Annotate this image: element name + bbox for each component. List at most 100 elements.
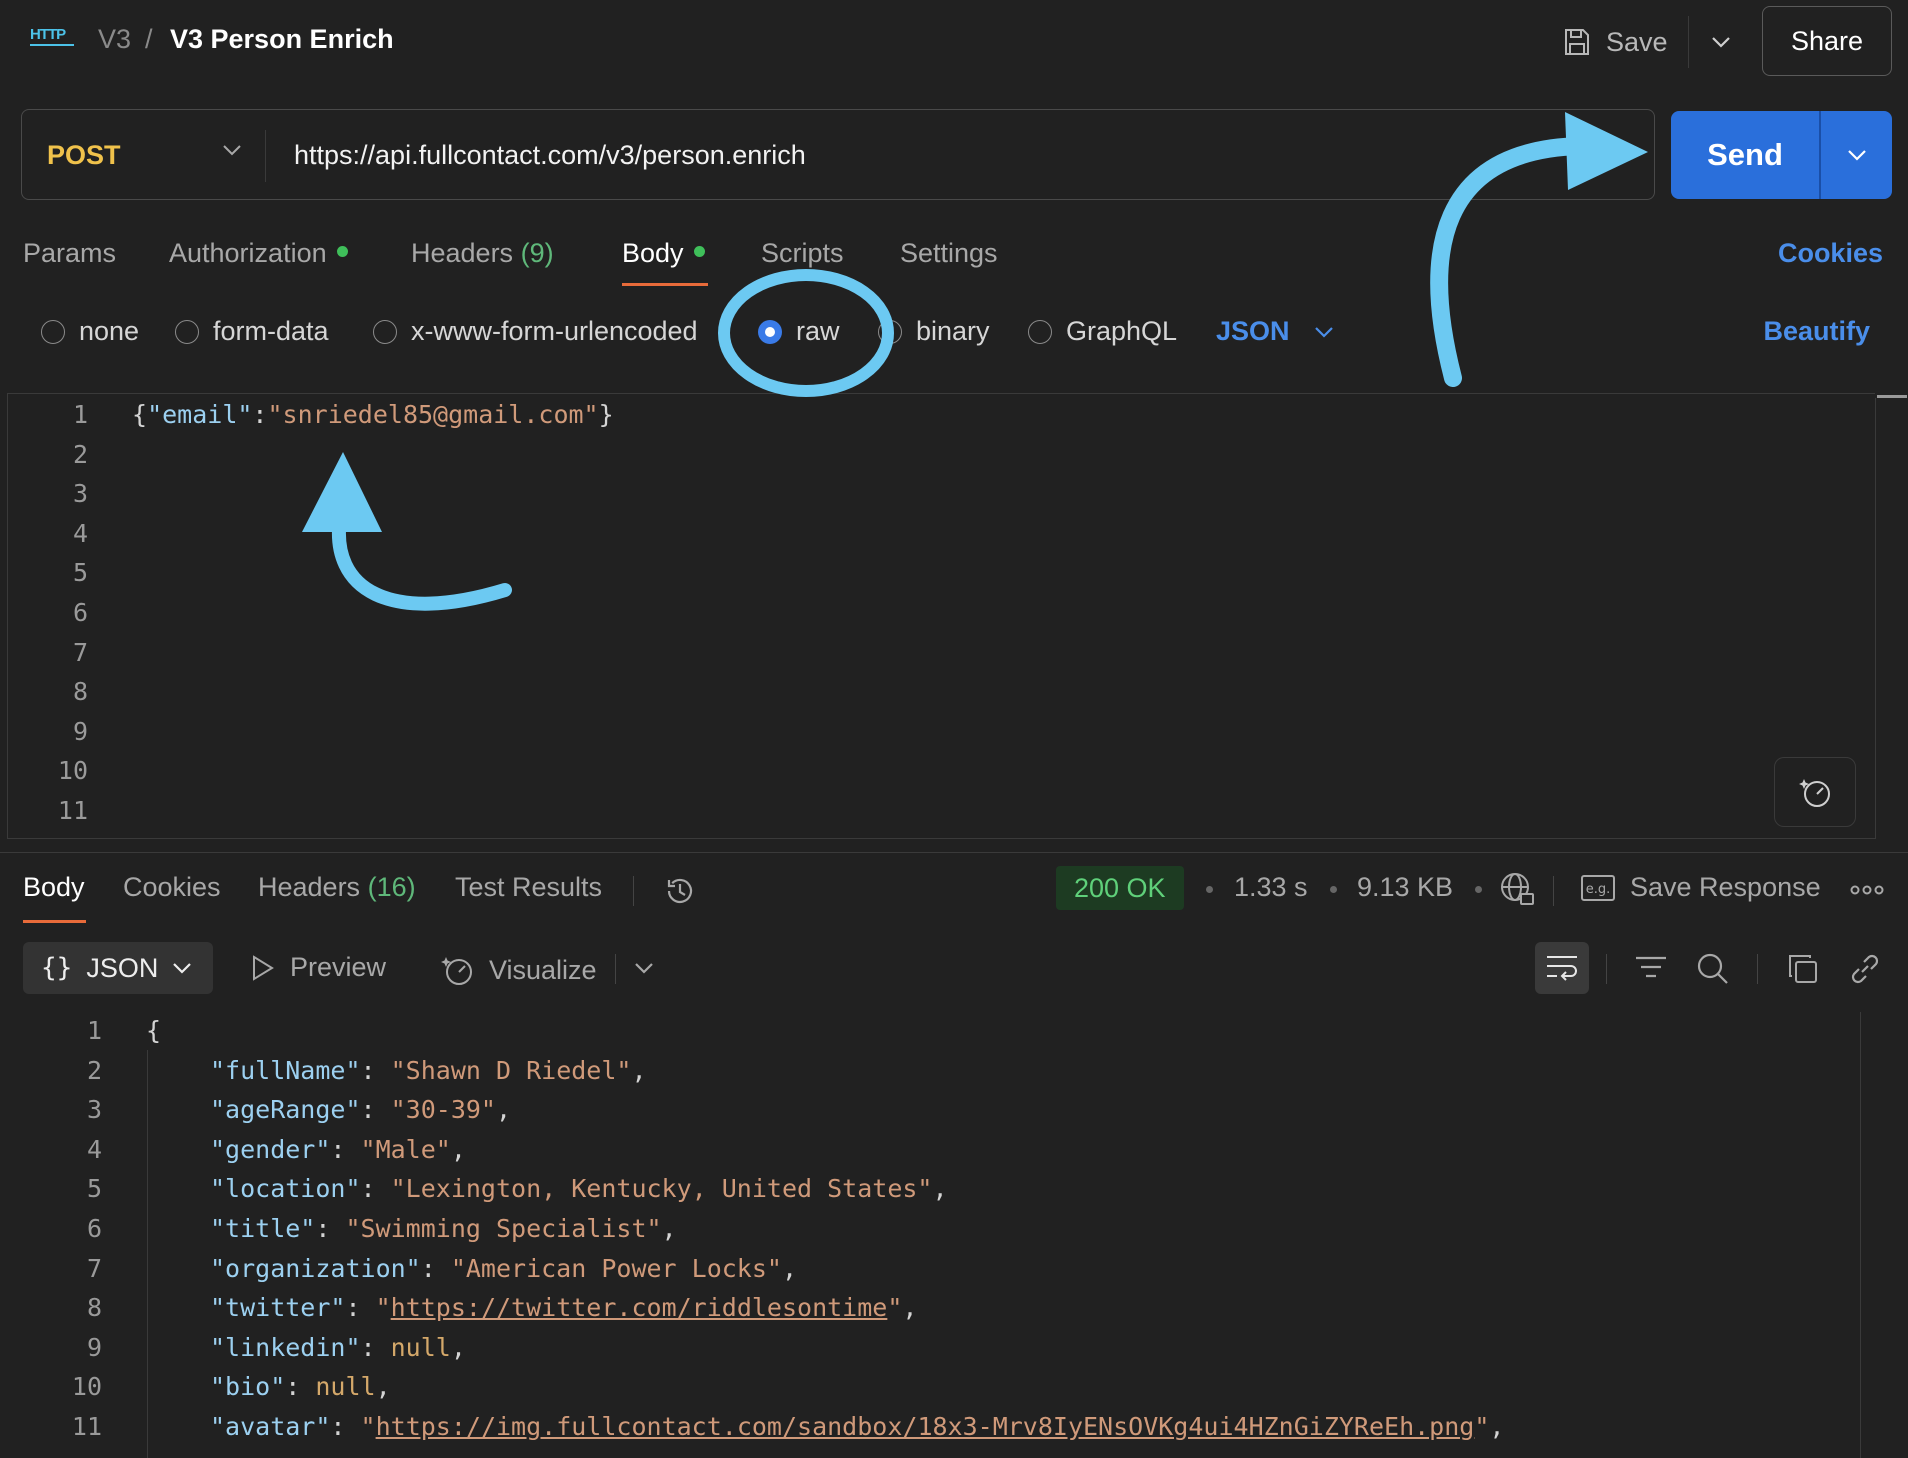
beautify-button[interactable]: Beautify (1763, 316, 1870, 347)
request-title[interactable]: V3 Person Enrich (170, 24, 394, 55)
status-badge[interactable]: 200 OK (1056, 866, 1184, 910)
chevron-down-icon[interactable] (222, 144, 242, 156)
save-options-dropdown[interactable] (1688, 16, 1752, 68)
method-select[interactable]: POST (47, 140, 121, 171)
line-number: 6 (86, 1214, 102, 1243)
search-icon[interactable] (1696, 952, 1730, 986)
json-key: "fullName" (210, 1055, 361, 1085)
braces-icon: {} (41, 953, 73, 983)
json-url-link[interactable]: https://img.fullcontact.com/sandbox/18x3… (376, 1412, 1475, 1441)
editor-scrollbar-thumb[interactable] (1877, 395, 1907, 398)
quote: " (375, 1293, 391, 1323)
tab-authorization[interactable]: Authorization (169, 238, 348, 269)
json-field-row[interactable]: "linkedin": null, (210, 1333, 466, 1362)
breadcrumb-parent[interactable]: V3 (98, 24, 131, 55)
tab-params[interactable]: Params (23, 238, 116, 269)
wrap-lines-button[interactable] (1535, 942, 1589, 994)
editor-scrollbar[interactable] (1875, 398, 1876, 839)
radio-raw[interactable]: raw (758, 316, 840, 347)
json-field-row[interactable]: "gender": "Male", (210, 1135, 466, 1164)
globe-lock-icon[interactable] (1498, 870, 1536, 908)
radio-graphql[interactable]: GraphQL (1028, 316, 1177, 347)
res-tab-test-results[interactable]: Test Results (455, 872, 602, 903)
line-number: 7 (72, 637, 88, 667)
tab-headers[interactable]: Headers (9) (411, 238, 554, 269)
radio-label: form-data (213, 316, 329, 346)
tab-label: Body (622, 238, 684, 268)
chevron-down-icon (1847, 150, 1866, 161)
json-key: "linkedin" (210, 1332, 361, 1362)
radio-binary[interactable]: binary (878, 316, 990, 347)
chevron-down-icon (1314, 326, 1333, 338)
line-number: 4 (72, 518, 88, 548)
json-field-row[interactable]: "location": "Lexington, Kentucky, United… (210, 1174, 948, 1203)
radio-x-www-form-urlencoded[interactable]: x-www-form-urlencoded (373, 316, 719, 347)
res-tab-cookies[interactable]: Cookies (123, 872, 221, 903)
line-number: 6 (72, 598, 88, 627)
send-button-group: Send (1671, 111, 1892, 199)
tab-scripts[interactable]: Scripts (761, 238, 844, 269)
history-icon[interactable] (661, 872, 699, 910)
tab-settings[interactable]: Settings (900, 238, 998, 269)
json-field-row[interactable]: "title": "Swimming Specialist", (210, 1214, 677, 1243)
pane-divider[interactable] (0, 852, 1908, 853)
http-request-icon: HTTP (30, 26, 74, 56)
json-field-row[interactable]: "bio": null, (210, 1372, 391, 1401)
more-options-icon[interactable] (1850, 884, 1884, 896)
json-field-row[interactable]: "ageRange": "30-39", (210, 1095, 511, 1124)
save-response-label: Save Response (1630, 872, 1821, 902)
request-body-editor[interactable]: 1 2 3 4 5 6 7 8 9 10 11 {"email":"snriedel85@gmail… (7, 393, 1875, 839)
visualize-button[interactable]: Visualize (439, 952, 597, 988)
line-number: 3 (86, 1095, 102, 1125)
send-options-dropdown[interactable] (1821, 111, 1892, 199)
json-field-row[interactable]: "twitter": "https://twitter.com/riddleso… (210, 1293, 917, 1322)
json-field-row[interactable]: "organization": "American Power Locks", (210, 1254, 797, 1283)
share-button[interactable]: Share (1762, 6, 1892, 76)
wrap-text-icon (1547, 956, 1577, 981)
json-field-row[interactable]: "avatar": "https://img.fullcontact.com/s… (210, 1412, 1504, 1441)
filter-icon[interactable] (1634, 954, 1668, 984)
link-icon[interactable] (1848, 952, 1882, 986)
comma: , (661, 1214, 677, 1243)
line-number: 2 (86, 1055, 102, 1085)
tab-body[interactable]: Body (622, 238, 705, 269)
copy-icon[interactable] (1786, 952, 1820, 986)
json-key: "title" (210, 1214, 316, 1243)
divider (633, 876, 634, 906)
json-key: "location" (210, 1174, 361, 1204)
chevron-down-icon[interactable] (634, 962, 654, 974)
save-label: Save (1606, 26, 1668, 57)
line-number: 9 (86, 1332, 102, 1362)
cookies-link[interactable]: Cookies (1778, 238, 1883, 269)
code-line-1[interactable]: {"email":"snriedel85@gmail.com"} (132, 400, 614, 429)
radio-none[interactable]: none (41, 316, 139, 347)
response-format-dropdown[interactable]: {} JSON (23, 942, 213, 994)
response-time[interactable]: 1.33 s (1234, 872, 1308, 903)
colon: : (285, 1372, 316, 1402)
res-tab-headers[interactable]: Headers (16) (258, 872, 416, 903)
separator-dot (1206, 886, 1213, 893)
comma: , (1489, 1412, 1505, 1441)
save-button[interactable]: Save (1562, 18, 1668, 66)
line-number: 1 (86, 1016, 102, 1045)
tab-label: Scripts (761, 238, 844, 268)
radio-form-data[interactable]: form-data (175, 316, 329, 347)
response-scrollbar[interactable] (1860, 1012, 1861, 1458)
colon: : (360, 1174, 391, 1204)
preview-button[interactable]: Preview (250, 952, 386, 983)
json-url-link[interactable]: https://twitter.com/riddlesontime (391, 1293, 888, 1322)
save-response-button[interactable]: e.g. Save Response (1580, 872, 1821, 903)
format-dropdown[interactable]: JSON (1216, 316, 1334, 347)
format-label: JSON (1216, 316, 1290, 346)
radio-label: binary (916, 316, 990, 346)
json-key: "bio" (210, 1372, 286, 1402)
res-tab-body[interactable]: Body (23, 872, 85, 903)
json-value: "Shawn D Riedel" (390, 1055, 632, 1085)
ai-assist-button[interactable] (1774, 757, 1856, 827)
json-field-row[interactable]: "fullName": "Shawn D Riedel", (210, 1056, 647, 1085)
send-button[interactable]: Send (1671, 111, 1819, 199)
colon: : (360, 1095, 391, 1125)
request-tabs: Params Authorization Headers (9) Body Sc… (0, 230, 1908, 290)
url-input[interactable]: https://api.fullcontact.com/v3/person.en… (294, 140, 806, 171)
response-size[interactable]: 9.13 KB (1357, 872, 1453, 903)
